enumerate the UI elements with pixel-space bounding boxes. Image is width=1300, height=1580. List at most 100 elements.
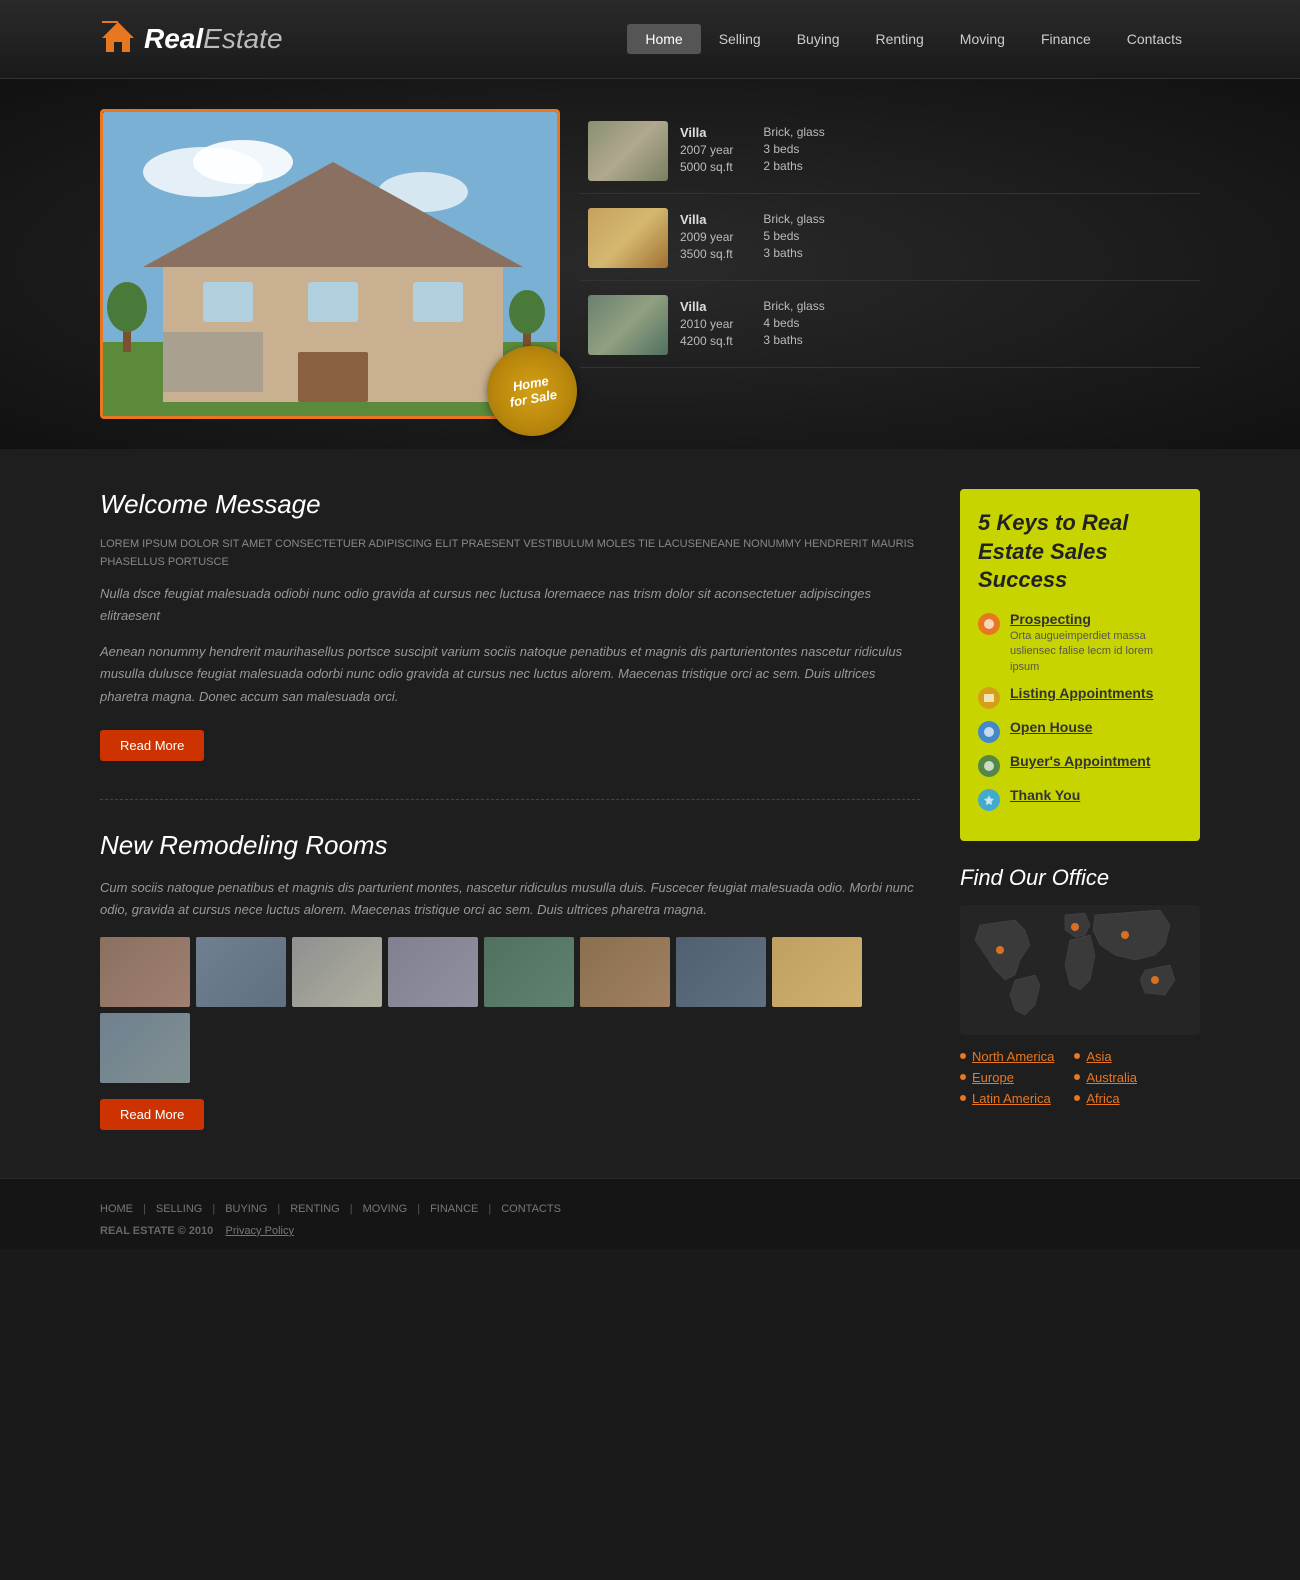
hero-section: Homefor Sale Villa 2007 year 5000 sq.ft … <box>0 79 1300 449</box>
latin-america-label: Latin America <box>972 1091 1051 1106</box>
australia-bullet <box>1074 1074 1080 1080</box>
office-col-2: Asia Australia Africa <box>1074 1049 1137 1106</box>
buyers-appointment-icon <box>978 755 1000 777</box>
footer-buying[interactable]: BUYING <box>225 1203 267 1215</box>
gallery-thumb-1[interactable] <box>100 937 190 1007</box>
gallery-thumb-7[interactable] <box>676 937 766 1007</box>
find-office-section: Find Our Office <box>960 865 1200 1106</box>
open-house-icon <box>978 721 1000 743</box>
welcome-text1: Nulla dsce feugiat malesuada odiobi nunc… <box>100 583 920 627</box>
find-office-title: Find Our Office <box>960 865 1200 891</box>
welcome-read-more-button[interactable]: Read More <box>100 730 204 761</box>
left-content: Welcome Message LOREM IPSUM DOLOR SIT AM… <box>100 489 920 1138</box>
thank-you-icon <box>978 789 1000 811</box>
key-prospecting[interactable]: Prospecting Orta augueimperdiet massa us… <box>978 611 1182 675</box>
gallery-thumb-9[interactable] <box>100 1013 190 1083</box>
welcome-text-upper: LOREM IPSUM DOLOR SIT AMET CONSECTETUER … <box>100 536 920 571</box>
key-buyers-label[interactable]: Buyer's Appointment <box>1010 753 1151 769</box>
office-latin-america[interactable]: Latin America <box>960 1091 1054 1106</box>
listing-icon <box>978 687 1000 709</box>
nav-home[interactable]: Home <box>627 24 700 54</box>
main-content: Welcome Message LOREM IPSUM DOLOR SIT AM… <box>0 449 1300 1178</box>
nav-renting[interactable]: Renting <box>858 24 942 54</box>
key-listing[interactable]: Listing Appointments <box>978 685 1182 709</box>
footer-year: © 2010 <box>178 1225 214 1237</box>
remodeling-text: Cum sociis natoque penatibus et magnis d… <box>100 877 920 921</box>
footer-moving[interactable]: MOVING <box>363 1203 408 1215</box>
remodeling-gallery <box>100 937 920 1083</box>
welcome-title: Welcome Message <box>100 489 920 520</box>
key-listing-content: Listing Appointments <box>1010 685 1153 701</box>
key-prospecting-content: Prospecting Orta augueimperdiet massa us… <box>1010 611 1182 675</box>
property-thumb-1 <box>588 121 668 181</box>
footer-sep-4: | <box>350 1203 353 1215</box>
footer-renting[interactable]: RENTING <box>290 1203 340 1215</box>
footer-finance[interactable]: FINANCE <box>430 1203 478 1215</box>
right-sidebar: 5 Keys to Real Estate Sales Success Pros… <box>960 489 1200 1138</box>
header: RealEstate Home Selling Buying Renting M… <box>0 0 1300 79</box>
key-buyers-content: Buyer's Appointment <box>1010 753 1151 769</box>
footer-contacts[interactable]: CONTACTS <box>501 1203 561 1215</box>
key-open-house[interactable]: Open House <box>978 719 1182 743</box>
world-map <box>960 905 1200 1035</box>
key-thank-you-content: Thank You <box>1010 787 1080 803</box>
office-north-america[interactable]: North America <box>960 1049 1054 1064</box>
footer-selling[interactable]: SELLING <box>156 1203 202 1215</box>
key-thank-you-label[interactable]: Thank You <box>1010 787 1080 803</box>
nav-moving[interactable]: Moving <box>942 24 1023 54</box>
gallery-thumb-4[interactable] <box>388 937 478 1007</box>
footer-sep-2: | <box>212 1203 215 1215</box>
logo-text: RealEstate <box>144 23 283 55</box>
property-info-3: Villa 2010 year 4200 sq.ft Brick, glass … <box>680 299 825 351</box>
nav-finance[interactable]: Finance <box>1023 24 1109 54</box>
section-divider-1 <box>100 799 920 800</box>
footer-sep-1: | <box>143 1203 146 1215</box>
office-europe[interactable]: Europe <box>960 1070 1054 1085</box>
gallery-thumb-2[interactable] <box>196 937 286 1007</box>
footer-copyright: REAL ESTATE © 2010 Privacy Policy <box>100 1225 1200 1237</box>
prospecting-icon <box>978 613 1000 635</box>
europe-label: Europe <box>972 1070 1014 1085</box>
property-thumb-3 <box>588 295 668 355</box>
gallery-thumb-8[interactable] <box>772 937 862 1007</box>
key-buyers-appointment[interactable]: Buyer's Appointment <box>978 753 1182 777</box>
footer-nav: HOME | SELLING | BUYING | RENTING | MOVI… <box>0 1178 1300 1249</box>
logo: RealEstate <box>100 18 283 60</box>
asia-label: Asia <box>1086 1049 1111 1064</box>
property-card-2[interactable]: Villa 2009 year 3500 sq.ft Brick, glass … <box>580 196 1200 281</box>
property-thumb-2 <box>588 208 668 268</box>
nav-selling[interactable]: Selling <box>701 24 779 54</box>
office-africa[interactable]: Africa <box>1074 1091 1137 1106</box>
gallery-thumb-6[interactable] <box>580 937 670 1007</box>
key-prospecting-label[interactable]: Prospecting <box>1010 611 1182 627</box>
key-open-house-label[interactable]: Open House <box>1010 719 1092 735</box>
asia-bullet <box>1074 1053 1080 1059</box>
nav-contacts[interactable]: Contacts <box>1109 24 1200 54</box>
office-australia[interactable]: Australia <box>1074 1070 1137 1085</box>
australia-label: Australia <box>1086 1070 1137 1085</box>
property-card-1[interactable]: Villa 2007 year 5000 sq.ft Brick, glass … <box>580 109 1200 194</box>
footer-home[interactable]: HOME <box>100 1203 133 1215</box>
logo-icon <box>100 18 136 60</box>
footer-links: HOME | SELLING | BUYING | RENTING | MOVI… <box>100 1203 1200 1215</box>
key-thank-you[interactable]: Thank You <box>978 787 1182 811</box>
nav-buying[interactable]: Buying <box>779 24 858 54</box>
gallery-thumb-5[interactable] <box>484 937 574 1007</box>
footer-brand: REAL ESTATE <box>100 1225 175 1237</box>
europe-bullet <box>960 1074 966 1080</box>
office-locations: North America Europe Latin America Asia <box>960 1049 1200 1106</box>
keys-box: 5 Keys to Real Estate Sales Success Pros… <box>960 489 1200 841</box>
latin-america-bullet <box>960 1095 966 1101</box>
key-listing-label[interactable]: Listing Appointments <box>1010 685 1153 701</box>
key-open-house-content: Open House <box>1010 719 1092 735</box>
main-property-image[interactable]: Homefor Sale <box>100 109 560 419</box>
property-list: Villa 2007 year 5000 sq.ft Brick, glass … <box>580 109 1200 368</box>
property-card-3[interactable]: Villa 2010 year 4200 sq.ft Brick, glass … <box>580 283 1200 368</box>
north-america-label: North America <box>972 1049 1054 1064</box>
remodeling-read-more-button[interactable]: Read More <box>100 1099 204 1130</box>
footer-privacy-link[interactable]: Privacy Policy <box>226 1225 294 1237</box>
north-america-bullet <box>960 1053 966 1059</box>
welcome-text2: Aenean nonummy hendrerit maurihasellus p… <box>100 641 920 707</box>
office-asia[interactable]: Asia <box>1074 1049 1137 1064</box>
gallery-thumb-3[interactable] <box>292 937 382 1007</box>
